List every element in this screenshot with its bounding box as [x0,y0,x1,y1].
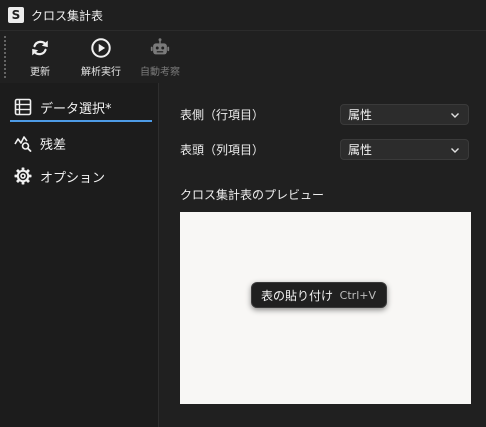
paste-table-menu-item[interactable]: 表の貼り付け Ctrl+V [251,282,387,308]
auto-insight-label: 自動考察 [140,67,180,78]
chevron-down-icon [451,147,459,153]
preview-title: クロス集計表のプレビュー [180,188,325,202]
column-items-label: 表頭（列項目） [180,143,265,157]
run-analysis-label: 解析実行 [81,67,121,78]
sidebar-item-data-selection[interactable]: データ選択* [10,94,152,122]
paste-shortcut-label: Ctrl+V [339,288,376,302]
title-bar: S クロス集計表 [0,0,486,31]
main-panel: 表側（行項目） 属性 表頭（列項目） 属性 クロス集計表のプレビュー 表の貼り付… [160,83,486,427]
run-analysis-button[interactable]: 解析実行 [76,33,126,81]
row-items-label: 表側（行項目） [180,108,265,122]
robot-icon [150,38,170,55]
sidebar: データ選択* 残差 オプション [0,83,159,427]
auto-insight-button[interactable]: 自動考察 [136,33,184,81]
crosstab-preview-area[interactable]: 表の貼り付け Ctrl+V [180,212,471,404]
row-items-value: 属性 [348,108,373,122]
column-items-select[interactable]: 属性 [340,139,469,160]
column-items-value: 属性 [348,143,373,157]
sidebar-item-label: データ選択* [40,101,112,117]
sidebar-item-label: オプション [40,170,106,186]
sidebar-item-label: 残差 [40,137,67,153]
toolbar-grip-handle[interactable] [4,35,6,79]
app-window: S クロス集計表 更新 解析実行 自動考察 データ選択* 残差 オプション 表側… [0,0,486,427]
sidebar-item-options[interactable]: オプション [10,163,152,189]
paste-table-label: 表の貼り付け [261,288,334,303]
play-circle-icon [91,38,111,58]
window-title: クロス集計表 [31,8,104,23]
app-logo-icon: S [8,7,24,23]
sidebar-item-residual[interactable]: 残差 [10,130,152,156]
chart-search-icon [14,136,32,152]
toolbar: 更新 解析実行 自動考察 [0,31,486,83]
table-list-icon [14,98,32,116]
refresh-label: 更新 [30,67,50,78]
row-items-select[interactable]: 属性 [340,104,469,125]
refresh-button[interactable]: 更新 [24,33,56,81]
refresh-icon [32,40,48,56]
chevron-down-icon [451,112,459,118]
gear-icon [14,167,32,185]
